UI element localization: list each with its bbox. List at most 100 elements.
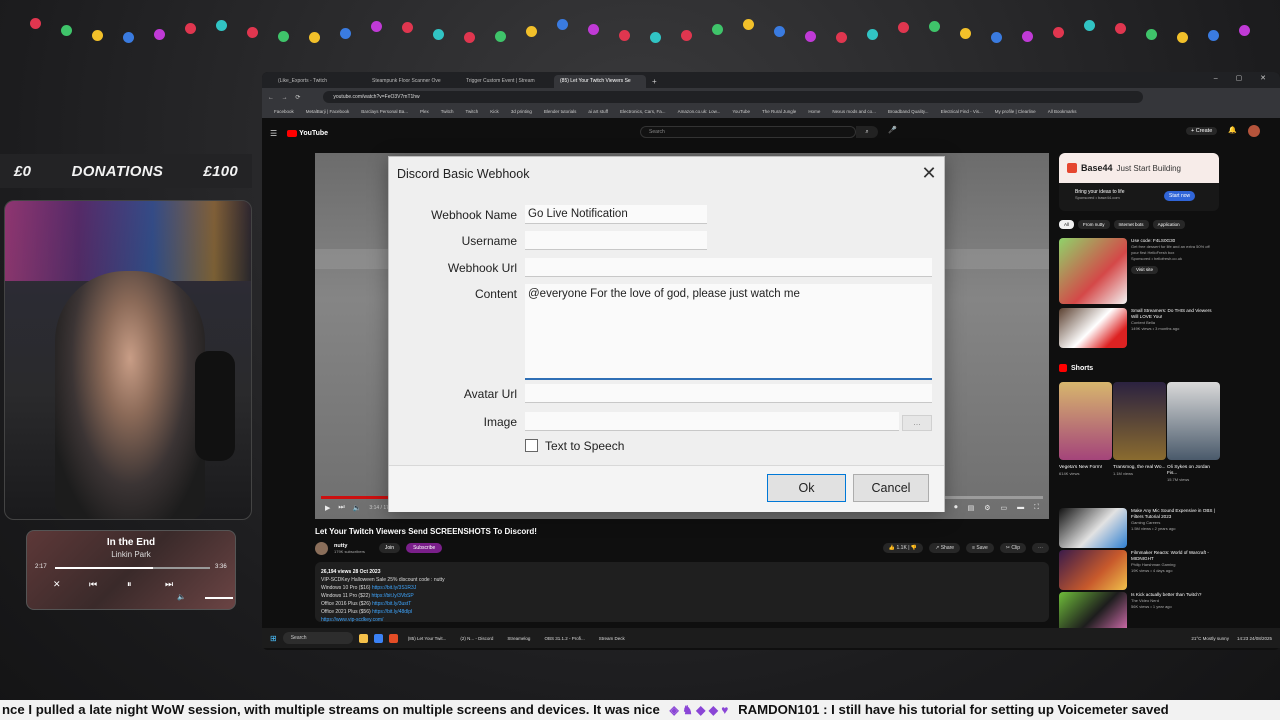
sidebar-video[interactable]: Is Kick actually better than Twitch? The …	[1059, 592, 1217, 632]
url-field[interactable]: youtube.com/watch?v=FeO3V7mT1hw	[323, 91, 1144, 103]
start-icon[interactable]: ⊞	[270, 634, 277, 643]
taskbar-app[interactable]: (85) Let Your Twit...	[404, 636, 451, 641]
cancel-button[interactable]: Cancel	[853, 474, 929, 502]
share-button[interactable]: ↗ Share	[929, 543, 961, 553]
bookmark-item[interactable]: Twitch	[466, 106, 479, 118]
system-tray[interactable]: 21°C Mostly sunny 14:23 24/08/2025	[1191, 636, 1280, 641]
channel-avatar[interactable]	[315, 541, 328, 555]
subscribe-button[interactable]: Subscribe	[406, 543, 443, 553]
bookmark-item[interactable]: YouTube	[732, 106, 750, 118]
browser-tab[interactable]: Trigger Custom Event | Stream	[460, 75, 552, 88]
new-tab-icon[interactable]: +	[648, 75, 661, 88]
ad-cta-button[interactable]: Start now	[1164, 191, 1196, 201]
short-thumbnail[interactable]	[1113, 382, 1166, 460]
autoplay-toggle[interactable]: ⏺	[954, 504, 958, 512]
ok-button[interactable]: Ok	[767, 474, 846, 502]
bookmark-item[interactable]: Blender tutorials	[544, 106, 577, 118]
miniplayer-icon[interactable]: ▭	[1000, 504, 1007, 512]
bookmark-item[interactable]: Twitch	[441, 106, 454, 118]
edge-icon[interactable]	[373, 633, 383, 643]
theater-icon[interactable]: ▬	[1017, 504, 1024, 512]
settings-icon[interactable]: ⚙	[984, 504, 990, 512]
bookmark-item[interactable]: 3d printing	[511, 106, 532, 118]
menu-icon[interactable]: ☰	[262, 129, 277, 138]
desc-link[interactable]: https://bit.ly/3S1R3J	[372, 585, 416, 591]
taskbar-app[interactable]: (2) N... - Discord	[456, 636, 497, 641]
voice-search-icon[interactable]: 🎤	[888, 126, 897, 134]
desc-link[interactable]: https://bit.ly/3VbSP	[371, 593, 413, 599]
browser-tab-active[interactable]: (85) Let Your Twitch Viewers Se	[554, 75, 646, 88]
bookmark-item[interactable]: MetalBarji | Facebook	[306, 106, 349, 118]
chip-internet-bots[interactable]: Internet bots	[1113, 220, 1149, 229]
chip-from-nutty[interactable]: From nutty	[1078, 220, 1110, 229]
notifications-icon[interactable]: 🔔	[1228, 126, 1237, 134]
avatar[interactable]	[1248, 125, 1260, 137]
taskbar-search[interactable]: Search	[282, 632, 353, 644]
bookmark-item[interactable]: Facebook	[274, 106, 294, 118]
avatar-url-field[interactable]	[525, 384, 932, 403]
sidebar-video[interactable]: Small Streamers: Do THIS and Viewers Wil…	[1059, 308, 1217, 348]
bookmark-item[interactable]: Amazon.co.uk: Low...	[678, 106, 721, 118]
sponsored-ad[interactable]: Base44 Just Start Building Bring your id…	[1059, 153, 1219, 211]
desc-link[interactable]: https://bit.ly/3ustT	[372, 601, 411, 607]
like-button[interactable]: 👍 1.1K | 👎	[882, 543, 924, 553]
video-description[interactable]: 26,194 views 28 Oct 2023 VIP-SCDKey Hall…	[315, 562, 1049, 624]
bookmark-item[interactable]: Home	[808, 106, 820, 118]
chrome-icon[interactable]	[388, 633, 398, 643]
image-field[interactable]	[525, 412, 899, 431]
short-thumbnail[interactable]	[1059, 382, 1112, 460]
chip-all[interactable]: All	[1059, 220, 1075, 229]
bookmark-item[interactable]: Barclays Personal Ba...	[361, 106, 408, 118]
discord-webhook-dialog: Discord Basic Webhook ✕ Webhook Name Use…	[388, 156, 945, 512]
sidebar-video[interactable]: Filmmaker Reacts: World of Warcraft - MI…	[1059, 550, 1217, 590]
text-to-speech-checkbox[interactable]	[525, 439, 538, 452]
short-thumbnail[interactable]	[1167, 382, 1220, 460]
nav-buttons[interactable]: ← → ⟳	[262, 94, 309, 101]
play-icon[interactable]: ▶	[325, 504, 330, 512]
taskbar-app[interactable]: Streamelog	[503, 636, 534, 641]
browser-tab[interactable]: (Like_Exports - Twitch	[272, 75, 364, 88]
username-field[interactable]	[525, 231, 707, 250]
file-explorer-icon[interactable]	[358, 633, 368, 643]
sidebar-video[interactable]: Use code: F4LS0G30 Get free dessert for …	[1059, 238, 1217, 304]
bookmark-item[interactable]: Electronics, Cars, Fa...	[620, 106, 666, 118]
webhook-url-field[interactable]	[525, 258, 932, 277]
bookmark-item[interactable]: The Rural Jungle	[762, 106, 796, 118]
donation-label: DONATIONS	[71, 162, 164, 180]
weather[interactable]: 21°C Mostly sunny	[1191, 636, 1229, 641]
next-video-icon[interactable]: ⏭	[338, 504, 344, 512]
fullscreen-icon[interactable]: ⛶	[1034, 504, 1039, 512]
bookmark-item[interactable]: Nexus mods and co...	[832, 106, 876, 118]
search-input[interactable]: Search	[640, 126, 856, 138]
taskbar-app[interactable]: OBS 31.1.2 - Profi...	[540, 636, 588, 641]
clip-button[interactable]: ✂ Clip	[999, 543, 1026, 553]
captions-icon[interactable]: ▤	[968, 504, 975, 512]
browser-tab[interactable]: Steampunk Floor Scanner Ove	[366, 75, 458, 88]
bookmark-item[interactable]: Kick	[490, 106, 499, 118]
volume-icon[interactable]: 🔈	[353, 504, 362, 512]
browse-image-button[interactable]: ...	[902, 415, 932, 431]
clock[interactable]: 14:23 24/08/2025	[1237, 636, 1272, 641]
sidebar-video[interactable]: Make Any Mic Sound Expensive in OBS | Fi…	[1059, 508, 1217, 548]
bookmark-item[interactable]: Electrical Find - Vis...	[941, 106, 983, 118]
youtube-logo[interactable]: YouTube	[287, 129, 328, 137]
join-button[interactable]: Join	[378, 543, 401, 553]
bookmark-item[interactable]: All Bookmarks	[1048, 106, 1077, 118]
content-field[interactable]: @everyone For the love of god, please ju…	[525, 284, 932, 380]
chip-application[interactable]: Application	[1152, 220, 1185, 229]
bookmark-item[interactable]: My profile | Clearline	[995, 106, 1036, 118]
desc-link[interactable]: https://bit.ly/48dlpI	[372, 609, 412, 615]
webhook-name-field[interactable]	[525, 205, 707, 224]
bookmark-item[interactable]: ai art stuff	[588, 106, 608, 118]
more-icon[interactable]: ⋯	[1032, 543, 1049, 553]
bookmark-item[interactable]: Broadband Quality...	[888, 106, 929, 118]
visit-site-button[interactable]: Visit site	[1131, 266, 1159, 274]
search-icon[interactable]: ⌕	[856, 126, 878, 138]
desc-link[interactable]: https://www.vip-scdkey.com/	[321, 616, 1043, 624]
save-button[interactable]: ≡ Save	[966, 543, 994, 553]
bookmark-item[interactable]: Plex	[420, 106, 429, 118]
window-controls[interactable]: – ▢ ✕	[1214, 74, 1274, 82]
taskbar-app[interactable]: Stream Deck	[595, 636, 629, 641]
create-button[interactable]: + Create	[1186, 127, 1218, 135]
close-icon[interactable]: ✕	[919, 163, 939, 183]
